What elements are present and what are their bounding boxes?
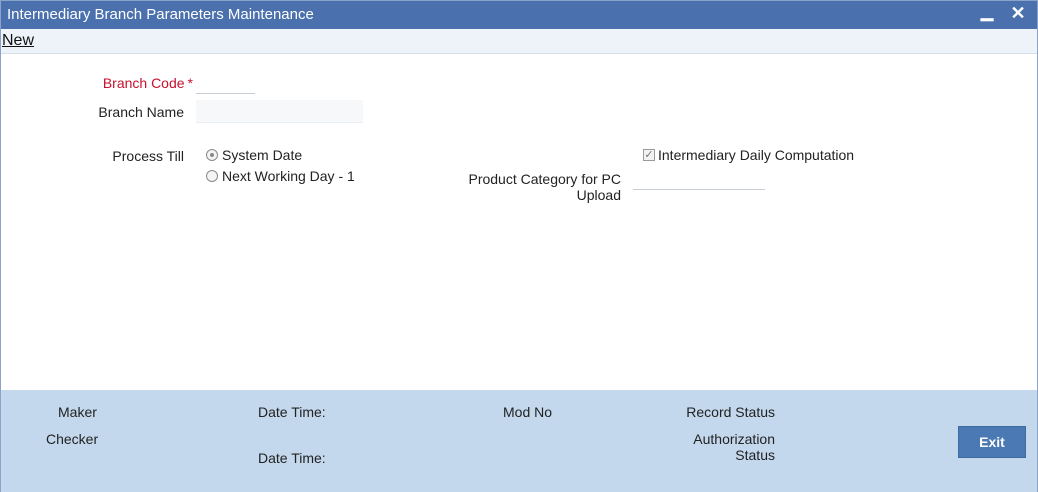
record-status-label: Record Status	[686, 404, 775, 420]
required-asterisk: *	[187, 75, 193, 91]
radio-button-icon[interactable]	[206, 149, 218, 161]
authorization-status-label: Authorization Status	[665, 431, 775, 463]
product-category-label-line2: Upload	[576, 187, 621, 203]
new-menu-item[interactable]: New	[2, 32, 34, 50]
radio-next-working-day-label: Next Working Day - 1	[222, 168, 355, 184]
checker-label: Checker	[46, 431, 99, 447]
minimize-icon[interactable]: ▁	[977, 3, 997, 23]
mod-no-label: Mod No	[503, 404, 553, 420]
close-icon[interactable]: ✕	[1008, 3, 1028, 23]
branch-name-input[interactable]	[196, 100, 363, 123]
radio-system-date-label: System Date	[222, 147, 303, 163]
product-category-label-line1: Product Category for PC	[468, 171, 621, 187]
radio-system-date[interactable]: System Date	[206, 147, 302, 163]
checker-date-time-label: Date Time:	[258, 450, 326, 466]
menu-bar: New	[1, 29, 1037, 54]
exit-button[interactable]: Exit	[958, 426, 1026, 458]
branch-code-label: Branch Code *	[97, 75, 193, 91]
maintenance-window: Intermediary Branch Parameters Maintenan…	[0, 0, 1038, 492]
maker-date-time-label: Date Time:	[258, 404, 326, 420]
checkbox-checked-icon[interactable]: ✓	[643, 149, 655, 161]
title-bar: Intermediary Branch Parameters Maintenan…	[1, 1, 1037, 29]
branch-name-label: Branch Name	[98, 104, 184, 120]
product-category-input[interactable]	[633, 169, 765, 190]
process-till-label: Process Till	[112, 148, 184, 164]
window-title: Intermediary Branch Parameters Maintenan…	[7, 6, 314, 23]
authorization-status-line1: Authorization	[693, 431, 775, 447]
authorization-status-line2: Status	[735, 447, 775, 463]
audit-footer: Maker Checker Date Time: Date Time: Mod …	[1, 390, 1037, 492]
branch-code-input[interactable]	[196, 73, 255, 94]
branch-code-label-text: Branch Code	[102, 75, 185, 91]
product-category-label: Product Category for PC Upload	[441, 171, 621, 203]
radio-next-working-day[interactable]: Next Working Day - 1	[206, 168, 355, 184]
maker-label: Maker	[58, 404, 97, 420]
intermediary-daily-computation-label: Intermediary Daily Computation	[658, 147, 855, 163]
intermediary-daily-computation-checkbox[interactable]: ✓ Intermediary Daily Computation	[643, 147, 854, 163]
radio-button-icon[interactable]	[206, 170, 218, 182]
